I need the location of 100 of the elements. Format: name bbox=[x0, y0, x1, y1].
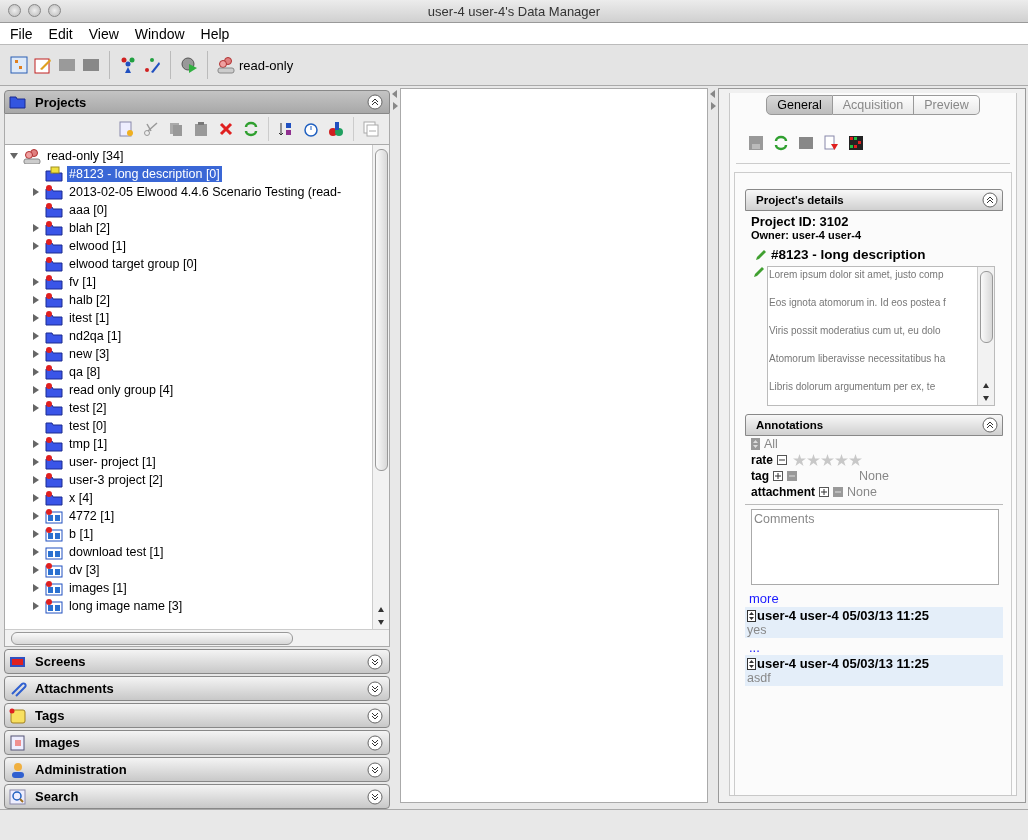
menu-item[interactable]: Window bbox=[128, 25, 195, 42]
people-icon[interactable] bbox=[119, 56, 137, 74]
tree-item[interactable]: elwood target group [0] bbox=[67, 256, 199, 272]
tree-item[interactable]: 4772 [1] bbox=[67, 508, 117, 524]
expand-triangle-icon[interactable] bbox=[31, 403, 41, 413]
refresh-icon[interactable] bbox=[243, 121, 259, 137]
tree-item[interactable]: #8123 - long description [0] bbox=[67, 166, 222, 182]
delete-icon[interactable] bbox=[218, 121, 234, 137]
zoom-button[interactable] bbox=[48, 4, 61, 17]
star-rating[interactable] bbox=[793, 454, 862, 466]
tree-item[interactable]: user-3 project [2] bbox=[67, 472, 165, 488]
expand-triangle-icon[interactable] bbox=[31, 439, 41, 449]
menu-item[interactable]: File bbox=[4, 25, 43, 42]
expand-triangle-icon[interactable] bbox=[31, 565, 41, 575]
vertical-scrollbar[interactable] bbox=[977, 267, 994, 405]
tree-item[interactable]: tmp [1] bbox=[67, 436, 110, 452]
expand-triangle-icon[interactable] bbox=[31, 223, 41, 233]
expand-icon[interactable] bbox=[367, 761, 383, 778]
tree-item[interactable]: elwood [1] bbox=[67, 238, 128, 254]
description-field[interactable]: Lorem ipsum dolor sit amet, justo comp Eos ignota atomorum in. Id eos postea f Viris possit moderatius cum ut, eu dolo Atomorum liberavisse necessitatibus ha Libris dolorum argumentum per ex, te bbox=[767, 266, 995, 406]
more-link[interactable]: more bbox=[749, 591, 1003, 606]
collapse-icon[interactable] bbox=[982, 417, 998, 433]
expand-triangle-icon[interactable] bbox=[31, 457, 41, 467]
expand-triangle-icon[interactable] bbox=[31, 529, 41, 539]
expand-icon[interactable] bbox=[367, 680, 383, 697]
tree-item[interactable]: x [4] bbox=[67, 490, 95, 506]
menu-item[interactable]: Edit bbox=[42, 25, 83, 42]
minus-icon[interactable] bbox=[777, 455, 787, 465]
panel-header[interactable]: Screens bbox=[4, 649, 390, 674]
tree-item[interactable]: new [3] bbox=[67, 346, 112, 362]
timer-icon[interactable] bbox=[303, 121, 319, 137]
menu-item[interactable]: Help bbox=[194, 25, 240, 42]
tree-item[interactable]: dv [3] bbox=[67, 562, 102, 578]
expand-triangle-icon[interactable] bbox=[31, 241, 41, 251]
tree-item[interactable]: download test [1] bbox=[67, 544, 166, 560]
expand-triangle-icon[interactable] bbox=[31, 367, 41, 377]
collapse-arrow-icon[interactable] bbox=[392, 90, 398, 98]
ellipsis-link[interactable]: ... bbox=[749, 640, 1003, 655]
tree-item[interactable]: itest [1] bbox=[67, 310, 112, 326]
tree-item[interactable]: blah [2] bbox=[67, 220, 112, 236]
collapse-icon[interactable] bbox=[367, 94, 383, 110]
collapse-icon[interactable] bbox=[982, 192, 998, 208]
expand-triangle-icon[interactable] bbox=[9, 151, 19, 161]
tree-item[interactable]: aaa [0] bbox=[67, 202, 110, 218]
collapse-arrow-icon[interactable] bbox=[710, 90, 716, 98]
tree-item[interactable]: long image name [3] bbox=[67, 598, 185, 614]
tree-item[interactable]: fv [1] bbox=[67, 274, 99, 290]
tree-item[interactable]: 2013-02-05 Elwood 4.4.6 Scenario Testing (read- bbox=[67, 184, 344, 200]
expand-triangle-icon[interactable] bbox=[31, 493, 41, 503]
panel-header[interactable]: Search bbox=[4, 784, 390, 809]
tree-item[interactable]: b [1] bbox=[67, 526, 96, 542]
panel-header[interactable]: Images bbox=[4, 730, 390, 755]
plus-icon[interactable] bbox=[819, 487, 829, 497]
sort-toggle-icon[interactable] bbox=[747, 657, 756, 670]
sort-toggle-icon[interactable] bbox=[751, 438, 760, 450]
projects-panel-header[interactable]: Projects bbox=[4, 90, 390, 114]
tree-item[interactable]: read only group [4] bbox=[67, 382, 176, 398]
tree-item[interactable]: nd2qa [1] bbox=[67, 328, 124, 344]
expand-triangle-icon[interactable] bbox=[31, 187, 41, 197]
tree-item[interactable]: qa [8] bbox=[67, 364, 103, 380]
heatmap-icon[interactable] bbox=[848, 135, 864, 151]
expand-triangle-icon[interactable] bbox=[31, 295, 41, 305]
tree-item[interactable]: test [0] bbox=[67, 418, 109, 434]
close-button[interactable] bbox=[8, 4, 21, 17]
menu-item[interactable]: View bbox=[82, 25, 129, 42]
tab[interactable]: General bbox=[766, 95, 833, 115]
expand-triangle-icon[interactable] bbox=[31, 511, 41, 521]
expand-triangle-icon[interactable] bbox=[31, 349, 41, 359]
tree-item[interactable]: user- project [1] bbox=[67, 454, 158, 470]
tree-item[interactable]: halb [2] bbox=[67, 292, 112, 308]
tree-item[interactable]: read-only [34] bbox=[45, 148, 126, 164]
expand-triangle-icon[interactable] bbox=[31, 331, 41, 341]
expand-arrow-icon[interactable] bbox=[710, 102, 716, 110]
refresh-icon[interactable] bbox=[773, 135, 789, 151]
plus-icon[interactable] bbox=[773, 471, 783, 481]
export-icon[interactable] bbox=[823, 135, 839, 151]
comments-field[interactable]: Comments bbox=[751, 509, 999, 585]
expand-triangle-icon[interactable] bbox=[31, 277, 41, 287]
expand-icon[interactable] bbox=[367, 653, 383, 670]
panel-header[interactable]: Administration bbox=[4, 757, 390, 782]
expand-arrow-icon[interactable] bbox=[392, 102, 398, 110]
panel-header[interactable]: Attachments bbox=[4, 676, 390, 701]
horizontal-scrollbar[interactable] bbox=[5, 629, 389, 646]
sort-toggle-icon[interactable] bbox=[747, 609, 756, 622]
sort-icon[interactable] bbox=[278, 121, 294, 137]
expand-triangle-icon[interactable] bbox=[31, 601, 41, 611]
tree-item[interactable]: test [2] bbox=[67, 400, 109, 416]
section-header[interactable]: Annotations bbox=[745, 414, 1003, 436]
scroll-arrows-icon[interactable] bbox=[376, 605, 386, 627]
scroll-arrows-icon[interactable] bbox=[981, 381, 991, 403]
vertical-scrollbar[interactable] bbox=[372, 145, 389, 629]
edit-icon[interactable] bbox=[34, 56, 52, 74]
expand-icon[interactable] bbox=[367, 788, 383, 805]
expand-triangle-icon[interactable] bbox=[31, 583, 41, 593]
tree-item[interactable]: images [1] bbox=[67, 580, 129, 596]
expand-icon[interactable] bbox=[367, 734, 383, 751]
expand-icon[interactable] bbox=[367, 707, 383, 724]
expand-triangle-icon[interactable] bbox=[31, 385, 41, 395]
minimize-button[interactable] bbox=[28, 4, 41, 17]
expand-triangle-icon[interactable] bbox=[31, 475, 41, 485]
